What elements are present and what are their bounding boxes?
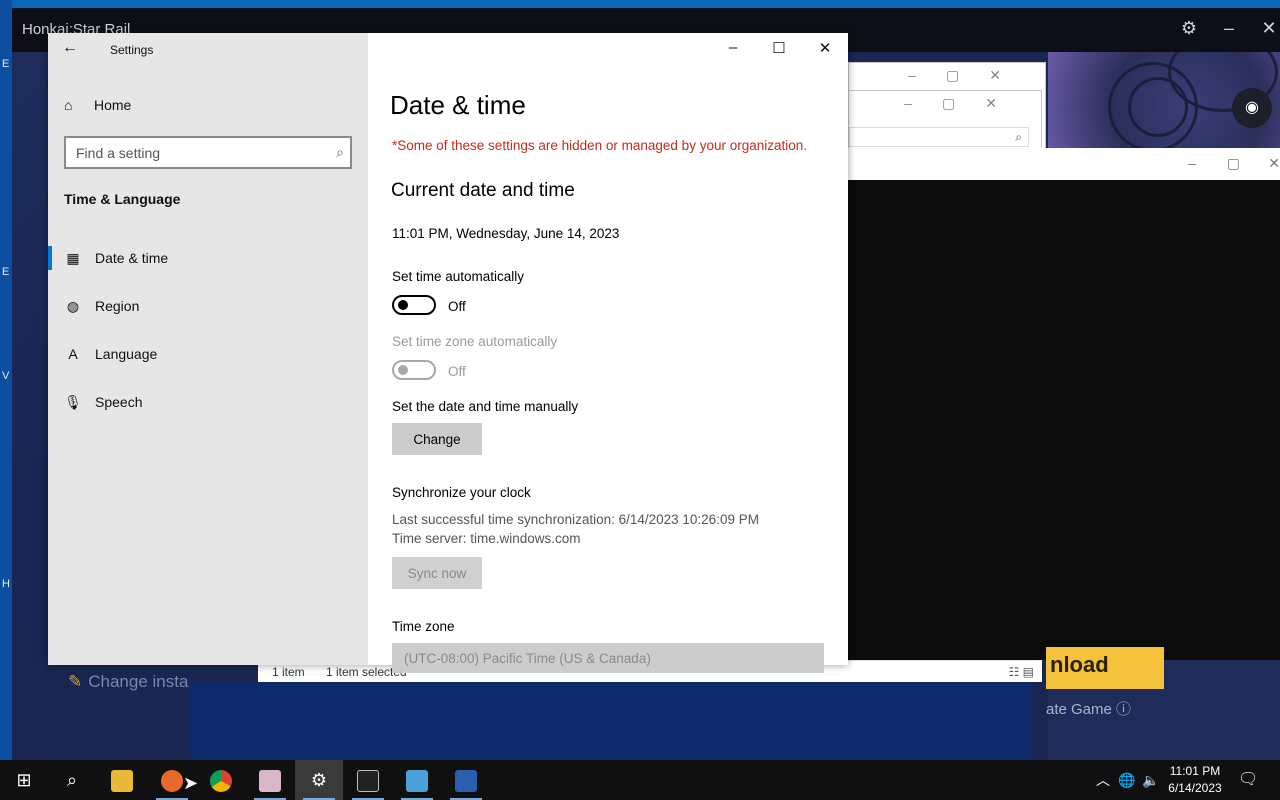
control-panel-icon[interactable] bbox=[393, 760, 441, 800]
terminal-titlebar: – ▢ ✕ bbox=[848, 148, 1280, 180]
current-date-heading: Current date and time bbox=[391, 180, 575, 201]
settings-content: Date & time *Some of these settings are … bbox=[368, 33, 848, 673]
notifications-icon[interactable]: 🗨 bbox=[1238, 760, 1258, 800]
desktop-background-block bbox=[190, 682, 1032, 760]
view-toggle-icon[interactable]: ☷ ▤ bbox=[1009, 665, 1034, 679]
mouse-cursor: ➤ bbox=[183, 773, 199, 793]
search-icon[interactable]: ⌕ bbox=[336, 144, 344, 161]
desktop-icon-label[interactable]: V bbox=[2, 370, 9, 382]
window-title: Settings bbox=[110, 43, 154, 57]
current-datetime: 11:01 PM, Wednesday, June 14, 2023 bbox=[392, 226, 620, 241]
change-datetime-button[interactable]: Change bbox=[392, 423, 482, 455]
desktop-icon-label[interactable]: E bbox=[2, 58, 9, 70]
set-tz-auto-toggle bbox=[392, 360, 436, 380]
settings-sidebar: ← Settings ⌂Home ⌕ Time & Language ▦ Dat… bbox=[48, 33, 368, 665]
language-icon: A bbox=[68, 346, 78, 362]
clock-date: 6/14/2023 bbox=[1168, 781, 1222, 795]
nav-item-speech[interactable]: 🎙 Speech bbox=[48, 384, 368, 420]
download-button[interactable]: nload bbox=[1046, 647, 1164, 689]
microphone-icon: 🎙 bbox=[64, 394, 82, 410]
terminal-window: – ▢ ✕ bbox=[848, 148, 1280, 660]
nav-item-date-time[interactable]: ▦ Date & time bbox=[48, 240, 368, 276]
manual-datetime-label: Set the date and time manually bbox=[392, 399, 579, 414]
chrome-icon[interactable] bbox=[197, 760, 245, 800]
explorer-search-box[interactable]: ⌕ bbox=[849, 127, 1029, 147]
set-tz-auto-label: Set time zone automatically bbox=[392, 334, 558, 349]
set-time-auto-state: Off bbox=[448, 299, 466, 314]
minimize-icon[interactable]: – bbox=[1217, 18, 1241, 39]
desktop-icon-label[interactable]: E bbox=[2, 266, 9, 278]
volume-icon[interactable]: 🔈 bbox=[1142, 760, 1159, 800]
file-explorer-icon[interactable] bbox=[98, 760, 146, 800]
desktop-icon-label[interactable]: H bbox=[2, 578, 10, 590]
back-arrow-icon[interactable]: ← bbox=[62, 39, 86, 59]
window-controls[interactable]: –▢✕ bbox=[904, 95, 1027, 112]
close-icon[interactable]: ✕ bbox=[1257, 18, 1280, 39]
search-icon: ⌕ bbox=[1015, 130, 1022, 144]
help-icon: ⓘ bbox=[1116, 701, 1132, 718]
org-managed-notice: *Some of these settings are hidden or ma… bbox=[392, 138, 808, 153]
terminal-icon[interactable] bbox=[344, 760, 392, 800]
home-nav-item[interactable]: ⌂ Home bbox=[64, 97, 131, 117]
time-zone-label: Time zone bbox=[392, 619, 455, 634]
page-title: Date & time bbox=[390, 90, 526, 120]
change-install-link[interactable]: ✎ Change insta bbox=[68, 672, 188, 692]
game-launcher-icon[interactable] bbox=[246, 760, 294, 800]
last-sync-text: Last successful time synchronization: 6/… bbox=[392, 512, 759, 527]
gear-icon[interactable]: ⚙ bbox=[1177, 18, 1201, 39]
search-icon[interactable]: ⌕ bbox=[48, 760, 96, 800]
clock-time: 11:01 PM bbox=[1169, 764, 1221, 778]
time-server-text: Time server: time.windows.com bbox=[392, 531, 581, 546]
item-count: 1 item bbox=[272, 665, 305, 679]
powershell-icon[interactable] bbox=[442, 760, 490, 800]
discord-icon[interactable]: ◉ bbox=[1232, 88, 1272, 128]
start-icon[interactable]: ⊞ bbox=[0, 760, 48, 800]
calendar-clock-icon: ▦ bbox=[66, 250, 80, 266]
home-icon: ⌂ bbox=[64, 97, 73, 113]
explorer-window-front: –▢✕ ⌕ bbox=[848, 90, 1042, 152]
search-input[interactable] bbox=[66, 138, 316, 167]
window-controls[interactable]: –▢✕ bbox=[908, 67, 1031, 84]
sync-now-button: Sync now bbox=[392, 557, 482, 589]
nav-item-language[interactable]: A Language bbox=[48, 336, 368, 372]
time-zone-dropdown: (UTC-08:00) Pacific Time (US & Canada) bbox=[392, 643, 824, 673]
settings-icon[interactable]: ⚙ bbox=[295, 760, 343, 800]
globe-icon: ◍ bbox=[66, 298, 80, 314]
network-icon[interactable]: 🌐 bbox=[1118, 760, 1135, 800]
update-game-link[interactable]: ate Game ⓘ bbox=[1046, 698, 1131, 719]
settings-window: ← Settings ⌂Home ⌕ Time & Language ▦ Dat… bbox=[48, 33, 848, 673]
sync-heading: Synchronize your clock bbox=[392, 485, 531, 500]
system-clock[interactable]: 11:01 PM 6/14/2023 bbox=[1160, 763, 1230, 797]
set-tz-auto-state: Off bbox=[448, 364, 466, 379]
set-time-auto-label: Set time automatically bbox=[392, 269, 525, 284]
section-title: Time & Language bbox=[64, 191, 181, 207]
nav-item-region[interactable]: ◍ Region bbox=[48, 288, 368, 324]
set-time-auto-toggle[interactable] bbox=[392, 295, 436, 315]
desktop-icon-strip: E E V H bbox=[0, 0, 12, 760]
edit-icon: ✎ bbox=[68, 672, 83, 691]
tray-overflow-icon[interactable]: ︿ bbox=[1096, 760, 1110, 800]
settings-search-box[interactable]: ⌕ bbox=[64, 136, 352, 169]
